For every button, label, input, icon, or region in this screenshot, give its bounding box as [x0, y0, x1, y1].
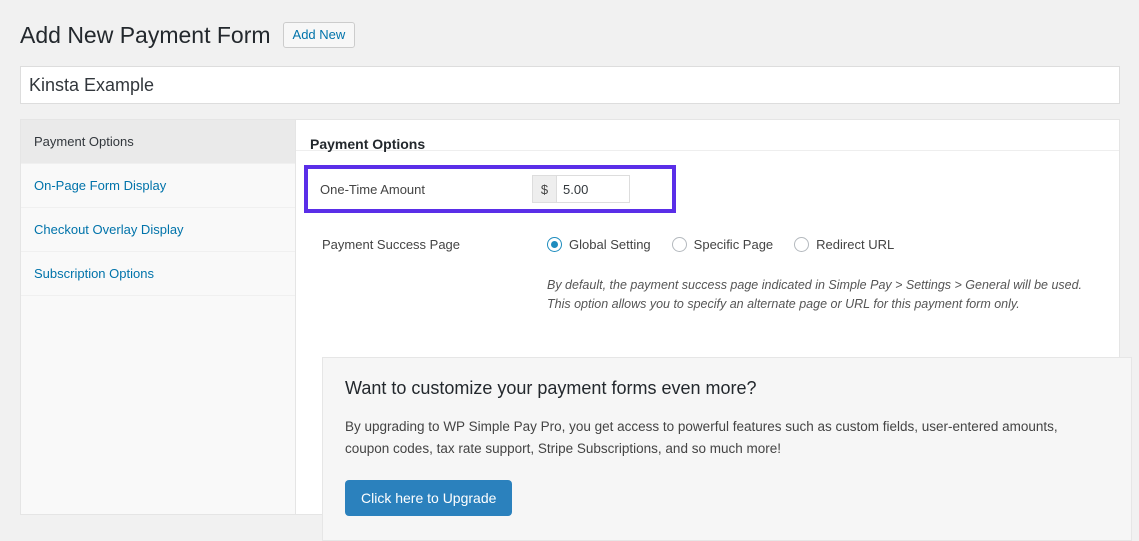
sidebar-item-checkout-overlay-display[interactable]: Checkout Overlay Display	[21, 208, 295, 252]
promo-title: Want to customize your payment forms eve…	[345, 378, 757, 398]
radio-option-label: Redirect URL	[816, 236, 895, 252]
radio-option-label: Specific Page	[693, 236, 774, 252]
currency-symbol-icon: $	[532, 175, 556, 203]
page-title: Add New Payment Form	[20, 21, 271, 48]
payment-success-page-radio-group: Global Setting Specific Page Redirect UR…	[547, 236, 895, 252]
payment-success-page-label: Payment Success Page	[322, 236, 461, 252]
help-line-2: This option allows you to specify an alt…	[547, 297, 1020, 311]
add-new-button[interactable]: Add New	[282, 22, 356, 48]
sidebar-item-label: On-Page Form Display	[34, 178, 167, 193]
one-time-amount-input[interactable]	[556, 175, 630, 203]
one-time-amount-label: One-Time Amount	[320, 181, 426, 197]
radio-option-global-setting[interactable]: Global Setting	[547, 236, 651, 252]
payment-options-panel: Payment Options One-Time Amount $ Paymen…	[296, 120, 1132, 541]
radio-icon[interactable]	[547, 236, 562, 252]
payment-success-page-row: Payment Success Page Global Setting Spec…	[310, 226, 1105, 262]
one-time-amount-field-group: $	[532, 175, 630, 203]
form-title-input[interactable]	[20, 66, 1120, 104]
radio-icon[interactable]	[794, 236, 810, 252]
payment-form-metabox: Payment Options On-Page Form Display Che…	[20, 119, 1132, 541]
form-title-wrapper	[0, 54, 1139, 104]
upgrade-promo-box: Want to customize your payment forms eve…	[322, 357, 1132, 541]
sidebar-item-label: Checkout Overlay Display	[34, 222, 184, 237]
sidebar-item-payment-options[interactable]: Payment Options	[21, 120, 295, 164]
settings-tab-list: Payment Options On-Page Form Display Che…	[21, 120, 296, 514]
panel-body: One-Time Amount $ Payment Success Page G…	[296, 165, 1132, 541]
page-header: Add New Payment Form Add New	[0, 0, 1139, 54]
radio-option-label: Global Setting	[569, 236, 651, 252]
radio-icon[interactable]	[671, 236, 687, 252]
sidebar-item-subscription-options[interactable]: Subscription Options	[21, 252, 295, 296]
panel-heading: Payment Options	[296, 120, 1119, 152]
radio-option-redirect-url[interactable]: Redirect URL	[794, 236, 895, 252]
sidebar-item-on-page-form-display[interactable]: On-Page Form Display	[21, 164, 295, 208]
sidebar-item-label: Payment Options	[34, 134, 134, 149]
promo-text: By upgrading to WP Simple Pay Pro, you g…	[345, 419, 1058, 456]
payment-success-page-help: By default, the payment success page ind…	[547, 276, 1105, 314]
help-line-1: By default, the payment success page ind…	[547, 278, 1083, 292]
radio-option-specific-page[interactable]: Specific Page	[671, 236, 774, 252]
upgrade-button[interactable]: Click here to Upgrade	[345, 480, 513, 516]
sidebar-item-label: Subscription Options	[34, 266, 154, 281]
one-time-amount-highlight: One-Time Amount $	[304, 165, 676, 213]
